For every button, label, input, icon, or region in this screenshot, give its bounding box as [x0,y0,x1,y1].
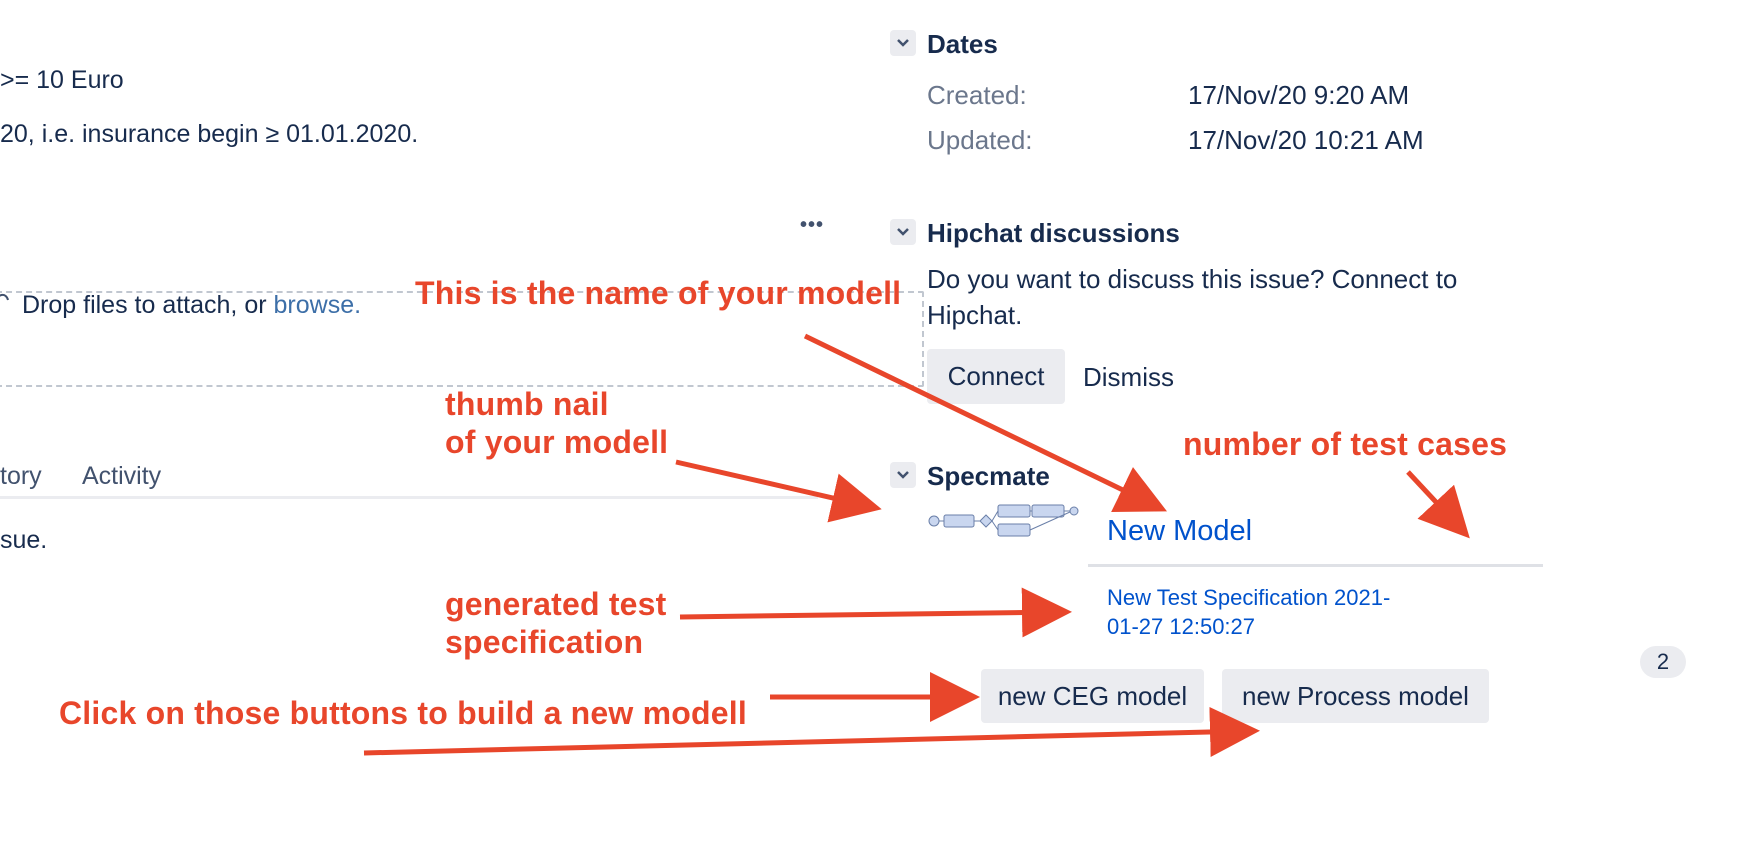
arrow-test-cases [1406,470,1470,539]
arrow-thumbnail [675,459,882,523]
arrow-generated-spec [679,587,1072,638]
annotation-arrows [363,333,1470,757]
arrow-model-name [803,333,1167,513]
arrow-process-button [363,707,1260,757]
